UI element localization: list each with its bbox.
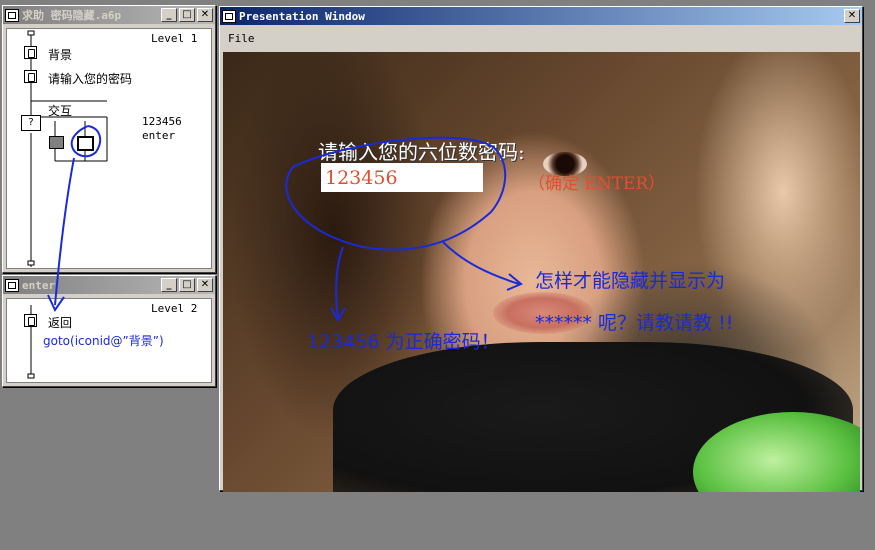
titlebar-presentation[interactable]: Presentation Window ✕ [220,7,862,25]
flowline-window-level2: enter _ □ ✕ Level 2 返回 goto(iconid@”背景”) [2,275,216,387]
calculation-icon-return[interactable] [24,314,37,327]
minimize-button[interactable]: _ [161,278,177,292]
presentation-stage: 请输入您的六位数密码: （确定 ENTER） 123456 为正确密码！ 怎样才… [223,52,860,492]
window-title: Presentation Window [239,9,365,23]
minimize-button[interactable]: _ [161,8,177,22]
display-icon-password-prompt[interactable] [24,70,37,83]
display-icon-background[interactable] [24,46,37,59]
menu-file[interactable]: File [228,32,255,45]
icon-label-password-prompt: 请输入您的密码 [48,72,133,86]
response-label-enter: enter [142,129,176,142]
annotation-question-line2: ****** 呢？请教请教 !! [535,312,734,334]
interaction-icon[interactable]: ? [21,115,41,131]
response-label-password: 123456 [142,115,182,128]
icon-label-background: 背景 [48,48,73,62]
maximize-button[interactable]: □ [179,8,195,22]
menu-bar: File [223,29,859,49]
maximize-button[interactable]: □ [179,278,195,292]
close-button[interactable]: ✕ [197,278,213,292]
window-icon [5,278,19,292]
flowline-canvas-level1: Level 1 背景 请输入您的密码 交互 ? 123456 enter [6,28,212,269]
flowline-window-level1: 求助 密码隐藏.a6p _ □ ✕ Level 1 背景 请输入您的密码 交互 … [2,5,216,273]
titlebar-level2[interactable]: enter _ □ ✕ [3,276,215,294]
window-icon [222,9,236,23]
icon-label-interaction: 交互 [48,104,73,118]
annotation-correct-password: 123456 为正确密码！ [307,331,500,353]
titlebar-level1[interactable]: 求助 密码隐藏.a6p _ □ ✕ [3,6,215,24]
close-button[interactable]: ✕ [197,8,213,22]
calculation-code: goto(iconid@”背景”) [43,334,164,348]
response-icon-enter[interactable] [77,136,94,151]
window-title: enter [22,278,56,292]
flowline-canvas-level2: Level 2 返回 goto(iconid@”背景”) [6,298,212,383]
annotation-question-line1: 怎样才能隐藏并显示为 [535,270,726,292]
icon-label-return: 返回 [48,316,73,330]
window-title: 求助 密码隐藏.a6p [22,9,122,22]
response-icon-1[interactable] [49,136,64,149]
close-button[interactable]: ✕ [844,9,860,23]
window-icon [5,8,19,22]
presentation-window: Presentation Window ✕ File 请输入您的六位数密码: （… [219,6,863,492]
flowline [27,30,108,267]
